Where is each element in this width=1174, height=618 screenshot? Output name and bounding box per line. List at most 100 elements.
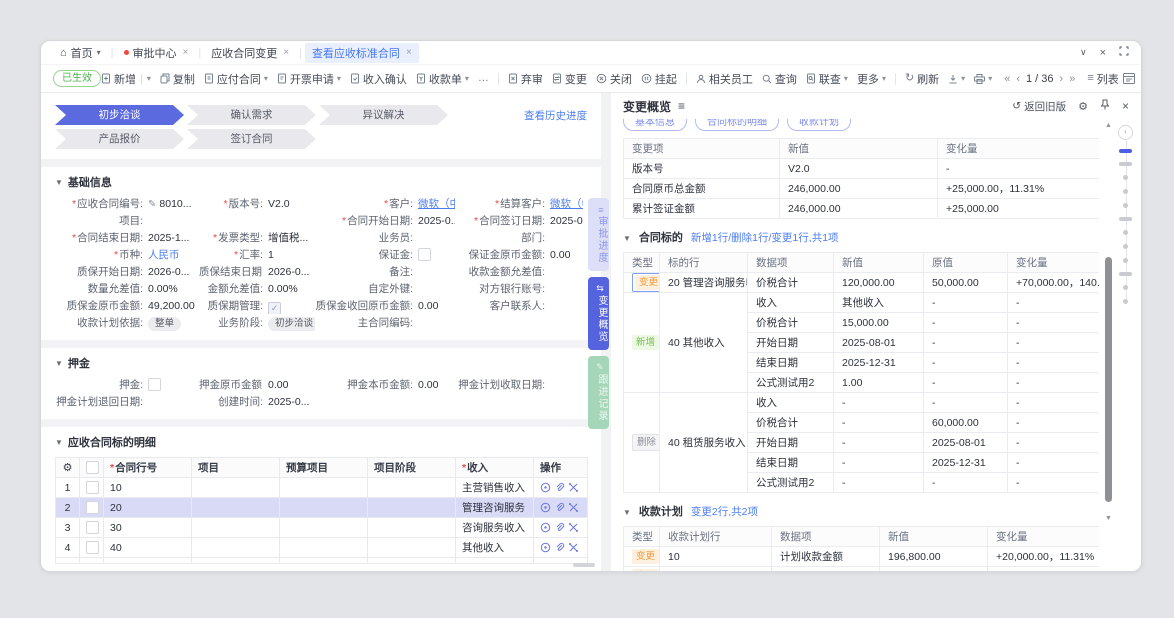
toolbar-button-相关员工[interactable]: 相关员工 (696, 71, 753, 87)
link-value[interactable]: 微软（中 (550, 198, 583, 210)
step-产品报价[interactable]: 产品报价 (55, 129, 184, 149)
rail-section[interactable] (1119, 272, 1132, 276)
prev-page-button[interactable]: ‹ (1016, 73, 1020, 85)
table-row[interactable]: 删除40 租赁服务收入收入--- (624, 393, 1100, 413)
panel-toggle-button[interactable] (1123, 73, 1135, 84)
history-progress-link[interactable]: 查看历史进度 (524, 108, 587, 123)
back-to-old-version-link[interactable]: ↺ 返回旧版 (1012, 99, 1066, 114)
tab-close-icon[interactable]: × (283, 47, 289, 58)
toolbar-button-收款单[interactable]: 收款单▾ (416, 71, 469, 87)
rail-item[interactable] (1123, 203, 1128, 208)
toolbar-button-联查[interactable]: 联查▾ (806, 71, 848, 87)
pin-icon[interactable] (1100, 99, 1110, 113)
anchor-pill-基本信息[interactable]: 基本信息 (623, 119, 687, 131)
attachment-icon[interactable] (554, 502, 568, 514)
toolbar-button-收入确认[interactable]: 收入确认 (350, 71, 407, 87)
step-初步洽谈[interactable]: 初步洽谈 (55, 105, 184, 125)
basic-value-客户[interactable]: 微软（中 (413, 197, 455, 212)
checkbox-押金[interactable] (148, 378, 161, 391)
toolbar-button-复制[interactable]: 复制 (160, 71, 195, 87)
basic-info-section-title[interactable]: ▼ 基础信息 (41, 167, 601, 195)
rail-item[interactable] (1123, 175, 1128, 180)
gear-icon[interactable]: ⚙ (56, 458, 80, 478)
rail-item[interactable] (1123, 299, 1128, 304)
tab-close-icon[interactable]: × (183, 47, 189, 58)
toolbar-button-print[interactable]: ▾ (974, 74, 992, 84)
expand-icon[interactable] (1119, 46, 1129, 59)
plan-section-summary[interactable]: 变更2行,共2项 (691, 504, 758, 519)
table-row[interactable]: 版本号V2.0- (624, 159, 1100, 179)
deposit-section-title[interactable]: ▼ 押金 (41, 348, 601, 376)
rail-item[interactable] (1123, 258, 1128, 263)
toolbar-button-挂起[interactable]: 挂起 (641, 71, 677, 87)
side-tab-变更概览[interactable]: ⇆变更概览 (588, 277, 609, 350)
scrollbar-thumb[interactable] (1105, 257, 1112, 503)
basic-value-币种[interactable]: 人民币 (143, 248, 199, 263)
basic-value-应收合同编号[interactable]: ✎8010... (143, 197, 199, 212)
first-page-button[interactable]: « (1004, 73, 1010, 85)
link-value[interactable]: 微软（中 (418, 198, 455, 210)
detail-icon[interactable] (540, 522, 554, 534)
step-确认需求[interactable]: 确认需求 (187, 105, 316, 125)
toolbar-button-更多[interactable]: 更多▾ (857, 71, 886, 87)
table-row[interactable]: 440其他收入 (56, 538, 588, 558)
horizontal-scrollbar[interactable] (573, 563, 595, 567)
table-row[interactable]: 110主营销售收入 (56, 478, 588, 498)
step-异议解决[interactable]: 异议解决 (319, 105, 448, 125)
table-row[interactable]: 330咨询服务收入 (56, 518, 588, 538)
toolbar-button-ellipsis[interactable]: … (478, 73, 489, 84)
basic-value-结算客户[interactable]: 微软（中 (545, 197, 583, 212)
rail-item[interactable] (1123, 230, 1128, 235)
close-icon[interactable]: × (1100, 47, 1106, 59)
deposit-value-押金[interactable] (143, 378, 199, 393)
tab-审批中心[interactable]: 审批中心× (117, 43, 196, 63)
tab-应收合同变更[interactable]: 应收合同变更× (204, 43, 296, 63)
toolbar-button-关闭[interactable]: 关闭 (596, 71, 632, 87)
table-row[interactable]: 合同原币总金额246,000.00+25,000.00，11.31% (624, 179, 1100, 199)
gear-icon[interactable]: ⚙ (1078, 100, 1088, 113)
toolbar-button-弃审[interactable]: 弃审 (508, 71, 543, 87)
rail-item[interactable] (1123, 244, 1128, 249)
table-row[interactable]: 220管理咨询服务 (56, 498, 588, 518)
select-all-checkbox[interactable] (80, 458, 104, 478)
collapse-icon[interactable]: ∨ (1080, 47, 1087, 58)
step-签订合同[interactable]: 签订合同 (187, 129, 316, 149)
table-row[interactable]: 变更20 管理咨询服务收入价税合计120,000.0050,000.00+70,… (624, 273, 1100, 293)
side-tab-审批进度[interactable]: ≡审批进度 (588, 198, 609, 271)
toolbar-button-开票申请[interactable]: 开票申请▾ (277, 71, 341, 87)
checkbox[interactable] (86, 501, 99, 514)
scroll-up-icon[interactable]: ▲ (1105, 121, 1112, 130)
attachment-icon[interactable] (554, 542, 568, 554)
subject-section-summary[interactable]: 新增1行/删除1行/变更1行,共1项 (691, 230, 839, 245)
relation-icon[interactable] (568, 482, 582, 494)
table-row[interactable]: 累计签证金额246,000.00+25,000.00 (624, 199, 1100, 219)
anchor-pill-合同标的明细[interactable]: 合同标的明细 (695, 119, 779, 131)
rail-item[interactable] (1123, 189, 1128, 194)
table-row[interactable]: 变更10计划收款金额196,800.00+20,000.00，11.31% (624, 547, 1100, 567)
relation-icon[interactable] (568, 542, 582, 554)
tab-close-icon[interactable]: × (406, 47, 412, 58)
attachment-icon[interactable] (554, 522, 568, 534)
toolbar-button-应付合同[interactable]: 应付合同▾ (204, 71, 268, 87)
detail-icon[interactable] (540, 482, 554, 494)
scroll-down-icon[interactable]: ▼ (1105, 514, 1112, 523)
relation-icon[interactable] (568, 522, 582, 534)
toolbar-button-download[interactable]: ▾ (948, 74, 965, 84)
close-panel-icon[interactable]: × (1122, 99, 1129, 113)
checkbox[interactable] (86, 521, 99, 534)
list-view-button[interactable]: ≡ 列表 (1087, 71, 1118, 87)
relation-icon[interactable] (568, 502, 582, 514)
checkbox-质保期管理[interactable]: ✓ (268, 302, 281, 314)
last-page-button[interactable]: » (1069, 73, 1075, 85)
next-page-button[interactable]: › (1060, 73, 1064, 85)
checkbox-保证金[interactable] (418, 248, 431, 261)
checkbox[interactable] (86, 461, 99, 474)
toolbar-button-查询[interactable]: 查询 (762, 71, 797, 87)
collapse-rail-icon[interactable]: ‹ (1118, 125, 1133, 140)
detail-icon[interactable] (540, 542, 554, 554)
rail-item[interactable] (1123, 285, 1128, 290)
side-tab-跟进记录[interactable]: ✎跟进记录 (588, 356, 609, 429)
toolbar-button-刷新[interactable]: ↻刷新 (905, 71, 939, 87)
toolbar-button-新增[interactable]: 新增|▾ (101, 71, 151, 87)
edit-pencil-icon[interactable]: ✎ (148, 199, 156, 210)
